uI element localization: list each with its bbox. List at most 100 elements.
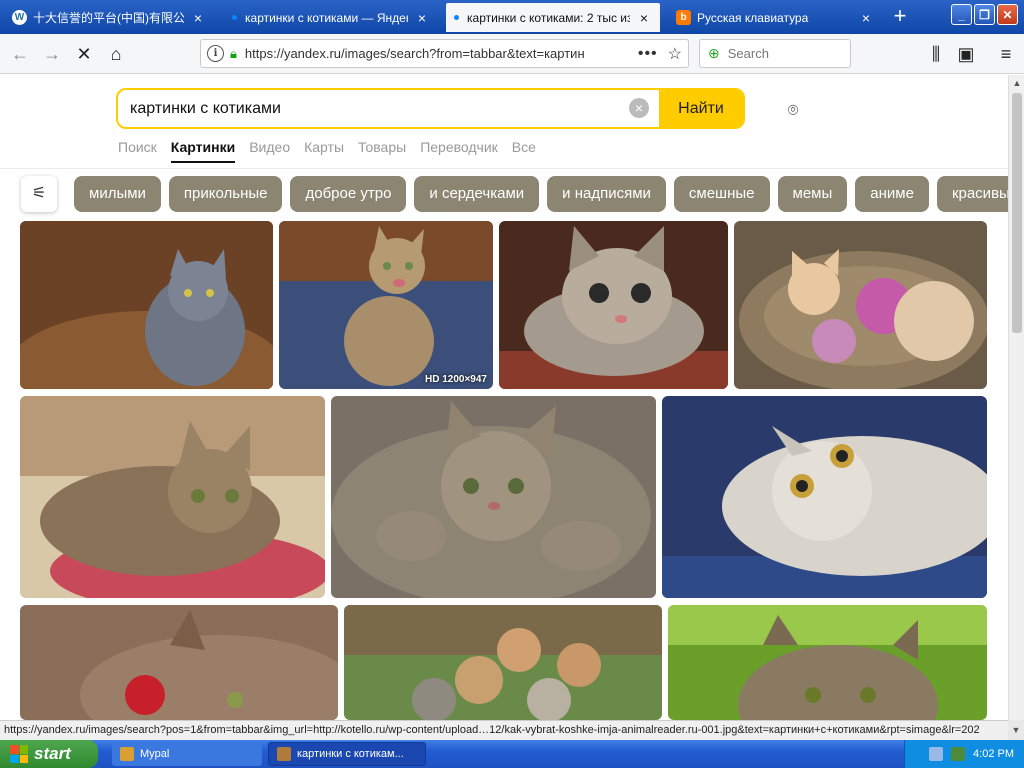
- chip[interactable]: аниме: [855, 176, 929, 212]
- window-controls: _ ❐ ✕: [951, 4, 1018, 25]
- close-icon[interactable]: ×: [190, 10, 206, 26]
- hd-badge: HD 1200×947: [425, 374, 487, 385]
- back-icon[interactable]: ←: [8, 42, 32, 66]
- tab-translator[interactable]: Переводчик: [420, 139, 498, 163]
- tab-title: картинки с котиками — Яндекс: [245, 10, 408, 25]
- forward-icon[interactable]: →: [40, 42, 64, 66]
- maximize-button[interactable]: ❐: [974, 4, 995, 25]
- chip[interactable]: и сердечками: [414, 176, 540, 212]
- task-label: картинки с котикам...: [297, 748, 404, 760]
- navigation-bar: ← → ✕ ⌂ i 🔒︎ https://yandex.ru/images/se…: [0, 34, 1024, 74]
- filter-settings-icon[interactable]: ⚟: [21, 176, 57, 212]
- cat-picture: [20, 396, 325, 598]
- chip[interactable]: прикольные: [168, 176, 283, 212]
- cat-picture: [499, 221, 728, 389]
- tab-1[interactable]: W 十大信誉的平台(中国)有限公司 ×: [4, 3, 214, 32]
- chip[interactable]: и надписями: [547, 176, 666, 212]
- wordpress-icon: W: [12, 10, 27, 25]
- tab-4[interactable]: b Русская клавиатура ×: [668, 3, 882, 32]
- cat-picture: [662, 396, 987, 598]
- close-icon[interactable]: ×: [636, 10, 652, 26]
- search-placeholder: Search: [727, 46, 769, 61]
- dot-icon: [232, 15, 237, 20]
- tab-search[interactable]: Поиск: [118, 139, 157, 163]
- page-actions-icon[interactable]: •••: [638, 45, 658, 63]
- search-query-input[interactable]: картинки с котиками: [118, 90, 629, 127]
- clear-icon[interactable]: ×: [629, 98, 649, 118]
- scroll-down-icon[interactable]: ▼: [1008, 720, 1024, 740]
- browser-tab-bar: W 十大信誉的平台(中国)有限公司 × картинки с котиками …: [0, 0, 1024, 34]
- search-engine-icon: ⊕: [708, 45, 720, 61]
- close-window-button[interactable]: ✕: [997, 4, 1018, 25]
- cat-image-tabby-resting[interactable]: [331, 396, 656, 598]
- tab-3-active[interactable]: картинки с котиками: 2 тыс изо ×: [446, 3, 660, 32]
- tab-images[interactable]: Картинки: [170, 139, 236, 163]
- windows-taskbar: start Mypal картинки с котикам... 4:02 P…: [0, 740, 1024, 768]
- chip[interactable]: смешные: [673, 176, 770, 212]
- cat-tab-icon: [277, 747, 291, 761]
- close-icon[interactable]: ×: [414, 10, 430, 26]
- info-icon[interactable]: i: [207, 45, 224, 62]
- start-button[interactable]: start: [0, 740, 98, 768]
- tab-products[interactable]: Товары: [358, 139, 406, 163]
- suggestion-chips: милыми прикольные доброе утро и сердечка…: [74, 176, 1008, 212]
- tab-title: картинки с котиками: 2 тыс изо: [467, 10, 630, 25]
- cat-image-grey-kitten-basket[interactable]: [20, 221, 273, 389]
- cat-picture: [331, 396, 656, 598]
- find-button[interactable]: Найти: [659, 90, 743, 127]
- windows-logo-icon: [10, 745, 28, 763]
- network-icon[interactable]: [951, 747, 966, 761]
- url-text[interactable]: https://yandex.ru/images/search?from=tab…: [245, 46, 628, 61]
- menu-icon[interactable]: ≡: [994, 42, 1018, 66]
- close-icon[interactable]: ×: [858, 10, 874, 26]
- minimize-button[interactable]: _: [951, 4, 972, 25]
- dot-icon: [454, 15, 459, 20]
- new-tab-button[interactable]: +: [888, 5, 912, 29]
- taskbar-item-mypal[interactable]: Mypal: [112, 742, 262, 766]
- cat-picture: [279, 221, 493, 389]
- chip[interactable]: мемы: [777, 176, 848, 212]
- tab-2[interactable]: картинки с котиками — Яндекс ×: [224, 3, 438, 32]
- cat-picture: [20, 221, 273, 389]
- cat-image-tabby-on-blanket[interactable]: [20, 396, 325, 598]
- cat-image-tabby-kitten[interactable]: HD 1200×947: [279, 221, 493, 389]
- divider: [0, 168, 1008, 169]
- yandex-search-bar: картинки с котиками × Найти: [116, 88, 745, 129]
- image-search-camera-icon[interactable]: ⌾: [778, 95, 808, 125]
- tab-video[interactable]: Видео: [249, 139, 290, 163]
- search-input[interactable]: ⊕ Search: [699, 39, 851, 68]
- cat-image-ginger-kitten-yarn[interactable]: [734, 221, 987, 389]
- system-tray: 4:02 PM: [904, 740, 1024, 768]
- scrollbar-thumb[interactable]: [1012, 93, 1022, 333]
- chip[interactable]: красивые: [936, 176, 1008, 212]
- stop-icon[interactable]: ✕: [72, 42, 96, 66]
- cat-image-white-cat-lying[interactable]: [662, 396, 987, 598]
- sidebar-icon[interactable]: ▣: [954, 42, 978, 66]
- vertical-scrollbar[interactable]: ▲: [1008, 75, 1024, 720]
- task-label: Mypal: [140, 748, 170, 760]
- taskbar-item-browser-active[interactable]: картинки с котикам...: [268, 742, 426, 766]
- lock-icon: 🔒︎: [230, 45, 237, 61]
- cat-picture: [20, 605, 338, 720]
- home-icon[interactable]: ⌂: [104, 42, 128, 66]
- tab-all[interactable]: Все: [512, 139, 536, 163]
- tab-maps[interactable]: Карты: [304, 139, 344, 163]
- library-icon[interactable]: ⫼: [924, 42, 948, 66]
- cat-image-tabby-white-lying[interactable]: [499, 221, 728, 389]
- scroll-up-icon[interactable]: ▲: [1009, 75, 1024, 91]
- clock: 4:02 PM: [973, 748, 1014, 760]
- orange-b-icon: b: [676, 10, 691, 25]
- bookmark-star-icon[interactable]: ☆: [668, 44, 682, 64]
- cat-image-cat-with-rose[interactable]: [20, 605, 338, 720]
- cat-picture: [344, 605, 662, 720]
- chip[interactable]: доброе утро: [290, 176, 407, 212]
- cat-picture: [734, 221, 987, 389]
- chip[interactable]: милыми: [74, 176, 161, 212]
- cat-image-kittens-group[interactable]: [344, 605, 662, 720]
- cat-image-cat-in-grass[interactable]: [668, 605, 987, 720]
- tab-title: Русская клавиатура: [697, 10, 809, 25]
- cat-picture: [668, 605, 987, 720]
- start-label: start: [34, 744, 71, 763]
- url-bar[interactable]: i 🔒︎ https://yandex.ru/images/search?fro…: [200, 39, 689, 68]
- keyboard-icon[interactable]: [929, 747, 944, 761]
